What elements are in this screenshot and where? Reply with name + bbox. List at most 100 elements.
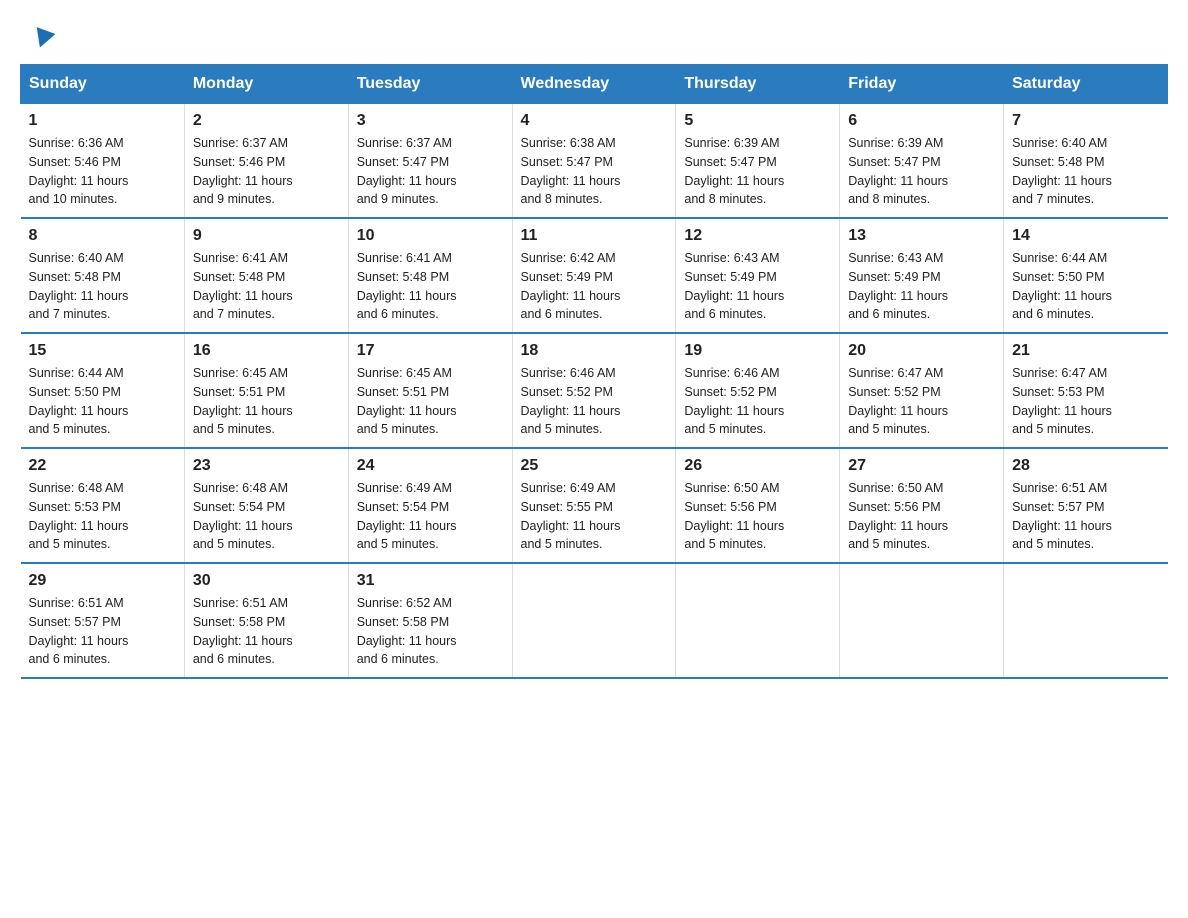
calendar-cell [1004, 563, 1168, 678]
day-number: 11 [521, 227, 668, 245]
calendar-cell: 1 Sunrise: 6:36 AMSunset: 5:46 PMDayligh… [21, 104, 185, 219]
calendar-cell: 8 Sunrise: 6:40 AMSunset: 5:48 PMDayligh… [21, 218, 185, 333]
calendar-cell: 19 Sunrise: 6:46 AMSunset: 5:52 PMDaylig… [676, 333, 840, 448]
day-number: 30 [193, 572, 340, 590]
day-number: 16 [193, 342, 340, 360]
day-info: Sunrise: 6:51 AMSunset: 5:57 PMDaylight:… [1012, 479, 1159, 554]
calendar-cell: 27 Sunrise: 6:50 AMSunset: 5:56 PMDaylig… [840, 448, 1004, 563]
calendar-cell: 10 Sunrise: 6:41 AMSunset: 5:48 PMDaylig… [348, 218, 512, 333]
day-number: 2 [193, 112, 340, 130]
logo-triangle-icon [31, 27, 56, 51]
day-info: Sunrise: 6:36 AMSunset: 5:46 PMDaylight:… [29, 134, 176, 209]
day-info: Sunrise: 6:47 AMSunset: 5:53 PMDaylight:… [1012, 364, 1159, 439]
day-number: 17 [357, 342, 504, 360]
header-saturday: Saturday [1004, 65, 1168, 104]
day-info: Sunrise: 6:51 AMSunset: 5:57 PMDaylight:… [29, 594, 176, 669]
calendar-cell: 7 Sunrise: 6:40 AMSunset: 5:48 PMDayligh… [1004, 104, 1168, 219]
calendar-cell: 9 Sunrise: 6:41 AMSunset: 5:48 PMDayligh… [184, 218, 348, 333]
day-number: 25 [521, 457, 668, 475]
day-number: 27 [848, 457, 995, 475]
day-info: Sunrise: 6:45 AMSunset: 5:51 PMDaylight:… [357, 364, 504, 439]
calendar-cell [840, 563, 1004, 678]
header-wednesday: Wednesday [512, 65, 676, 104]
day-info: Sunrise: 6:50 AMSunset: 5:56 PMDaylight:… [684, 479, 831, 554]
calendar-cell: 29 Sunrise: 6:51 AMSunset: 5:57 PMDaylig… [21, 563, 185, 678]
header-sunday: Sunday [21, 65, 185, 104]
calendar-cell: 20 Sunrise: 6:47 AMSunset: 5:52 PMDaylig… [840, 333, 1004, 448]
day-number: 4 [521, 112, 668, 130]
day-info: Sunrise: 6:46 AMSunset: 5:52 PMDaylight:… [684, 364, 831, 439]
page-header [20, 20, 1168, 54]
week-row-2: 8 Sunrise: 6:40 AMSunset: 5:48 PMDayligh… [21, 218, 1168, 333]
day-number: 28 [1012, 457, 1159, 475]
day-number: 7 [1012, 112, 1159, 130]
calendar-cell: 12 Sunrise: 6:43 AMSunset: 5:49 PMDaylig… [676, 218, 840, 333]
day-number: 3 [357, 112, 504, 130]
logo-text [30, 30, 56, 48]
day-number: 23 [193, 457, 340, 475]
day-info: Sunrise: 6:48 AMSunset: 5:53 PMDaylight:… [29, 479, 176, 554]
calendar-cell [512, 563, 676, 678]
week-row-1: 1 Sunrise: 6:36 AMSunset: 5:46 PMDayligh… [21, 104, 1168, 219]
day-info: Sunrise: 6:41 AMSunset: 5:48 PMDaylight:… [357, 249, 504, 324]
day-info: Sunrise: 6:44 AMSunset: 5:50 PMDaylight:… [1012, 249, 1159, 324]
day-number: 29 [29, 572, 176, 590]
day-info: Sunrise: 6:50 AMSunset: 5:56 PMDaylight:… [848, 479, 995, 554]
day-info: Sunrise: 6:43 AMSunset: 5:49 PMDaylight:… [684, 249, 831, 324]
calendar-cell: 11 Sunrise: 6:42 AMSunset: 5:49 PMDaylig… [512, 218, 676, 333]
day-info: Sunrise: 6:39 AMSunset: 5:47 PMDaylight:… [684, 134, 831, 209]
day-number: 22 [29, 457, 176, 475]
header-tuesday: Tuesday [348, 65, 512, 104]
day-info: Sunrise: 6:48 AMSunset: 5:54 PMDaylight:… [193, 479, 340, 554]
day-number: 5 [684, 112, 831, 130]
day-info: Sunrise: 6:39 AMSunset: 5:47 PMDaylight:… [848, 134, 995, 209]
calendar-cell: 30 Sunrise: 6:51 AMSunset: 5:58 PMDaylig… [184, 563, 348, 678]
calendar-cell: 3 Sunrise: 6:37 AMSunset: 5:47 PMDayligh… [348, 104, 512, 219]
day-number: 19 [684, 342, 831, 360]
day-info: Sunrise: 6:37 AMSunset: 5:47 PMDaylight:… [357, 134, 504, 209]
day-info: Sunrise: 6:38 AMSunset: 5:47 PMDaylight:… [521, 134, 668, 209]
calendar-cell: 25 Sunrise: 6:49 AMSunset: 5:55 PMDaylig… [512, 448, 676, 563]
header-friday: Friday [840, 65, 1004, 104]
day-number: 24 [357, 457, 504, 475]
day-number: 8 [29, 227, 176, 245]
day-number: 20 [848, 342, 995, 360]
calendar-cell: 18 Sunrise: 6:46 AMSunset: 5:52 PMDaylig… [512, 333, 676, 448]
calendar-cell: 13 Sunrise: 6:43 AMSunset: 5:49 PMDaylig… [840, 218, 1004, 333]
calendar-cell: 16 Sunrise: 6:45 AMSunset: 5:51 PMDaylig… [184, 333, 348, 448]
calendar-cell: 2 Sunrise: 6:37 AMSunset: 5:46 PMDayligh… [184, 104, 348, 219]
day-number: 31 [357, 572, 504, 590]
day-number: 15 [29, 342, 176, 360]
day-info: Sunrise: 6:43 AMSunset: 5:49 PMDaylight:… [848, 249, 995, 324]
calendar-cell: 21 Sunrise: 6:47 AMSunset: 5:53 PMDaylig… [1004, 333, 1168, 448]
calendar-header: SundayMondayTuesdayWednesdayThursdayFrid… [21, 65, 1168, 104]
day-number: 1 [29, 112, 176, 130]
calendar-cell: 31 Sunrise: 6:52 AMSunset: 5:58 PMDaylig… [348, 563, 512, 678]
day-info: Sunrise: 6:40 AMSunset: 5:48 PMDaylight:… [29, 249, 176, 324]
day-info: Sunrise: 6:44 AMSunset: 5:50 PMDaylight:… [29, 364, 176, 439]
calendar-cell [676, 563, 840, 678]
day-info: Sunrise: 6:40 AMSunset: 5:48 PMDaylight:… [1012, 134, 1159, 209]
calendar-body: 1 Sunrise: 6:36 AMSunset: 5:46 PMDayligh… [21, 104, 1168, 679]
header-row: SundayMondayTuesdayWednesdayThursdayFrid… [21, 65, 1168, 104]
calendar-cell: 24 Sunrise: 6:49 AMSunset: 5:54 PMDaylig… [348, 448, 512, 563]
day-info: Sunrise: 6:45 AMSunset: 5:51 PMDaylight:… [193, 364, 340, 439]
day-number: 12 [684, 227, 831, 245]
day-number: 26 [684, 457, 831, 475]
calendar-cell: 14 Sunrise: 6:44 AMSunset: 5:50 PMDaylig… [1004, 218, 1168, 333]
week-row-5: 29 Sunrise: 6:51 AMSunset: 5:57 PMDaylig… [21, 563, 1168, 678]
calendar-cell: 15 Sunrise: 6:44 AMSunset: 5:50 PMDaylig… [21, 333, 185, 448]
day-number: 9 [193, 227, 340, 245]
calendar-cell: 6 Sunrise: 6:39 AMSunset: 5:47 PMDayligh… [840, 104, 1004, 219]
calendar-cell: 28 Sunrise: 6:51 AMSunset: 5:57 PMDaylig… [1004, 448, 1168, 563]
calendar-cell: 5 Sunrise: 6:39 AMSunset: 5:47 PMDayligh… [676, 104, 840, 219]
calendar-table: SundayMondayTuesdayWednesdayThursdayFrid… [20, 64, 1168, 679]
day-number: 18 [521, 342, 668, 360]
logo [30, 30, 56, 44]
day-info: Sunrise: 6:42 AMSunset: 5:49 PMDaylight:… [521, 249, 668, 324]
day-info: Sunrise: 6:52 AMSunset: 5:58 PMDaylight:… [357, 594, 504, 669]
header-monday: Monday [184, 65, 348, 104]
day-number: 13 [848, 227, 995, 245]
day-info: Sunrise: 6:49 AMSunset: 5:54 PMDaylight:… [357, 479, 504, 554]
day-info: Sunrise: 6:47 AMSunset: 5:52 PMDaylight:… [848, 364, 995, 439]
